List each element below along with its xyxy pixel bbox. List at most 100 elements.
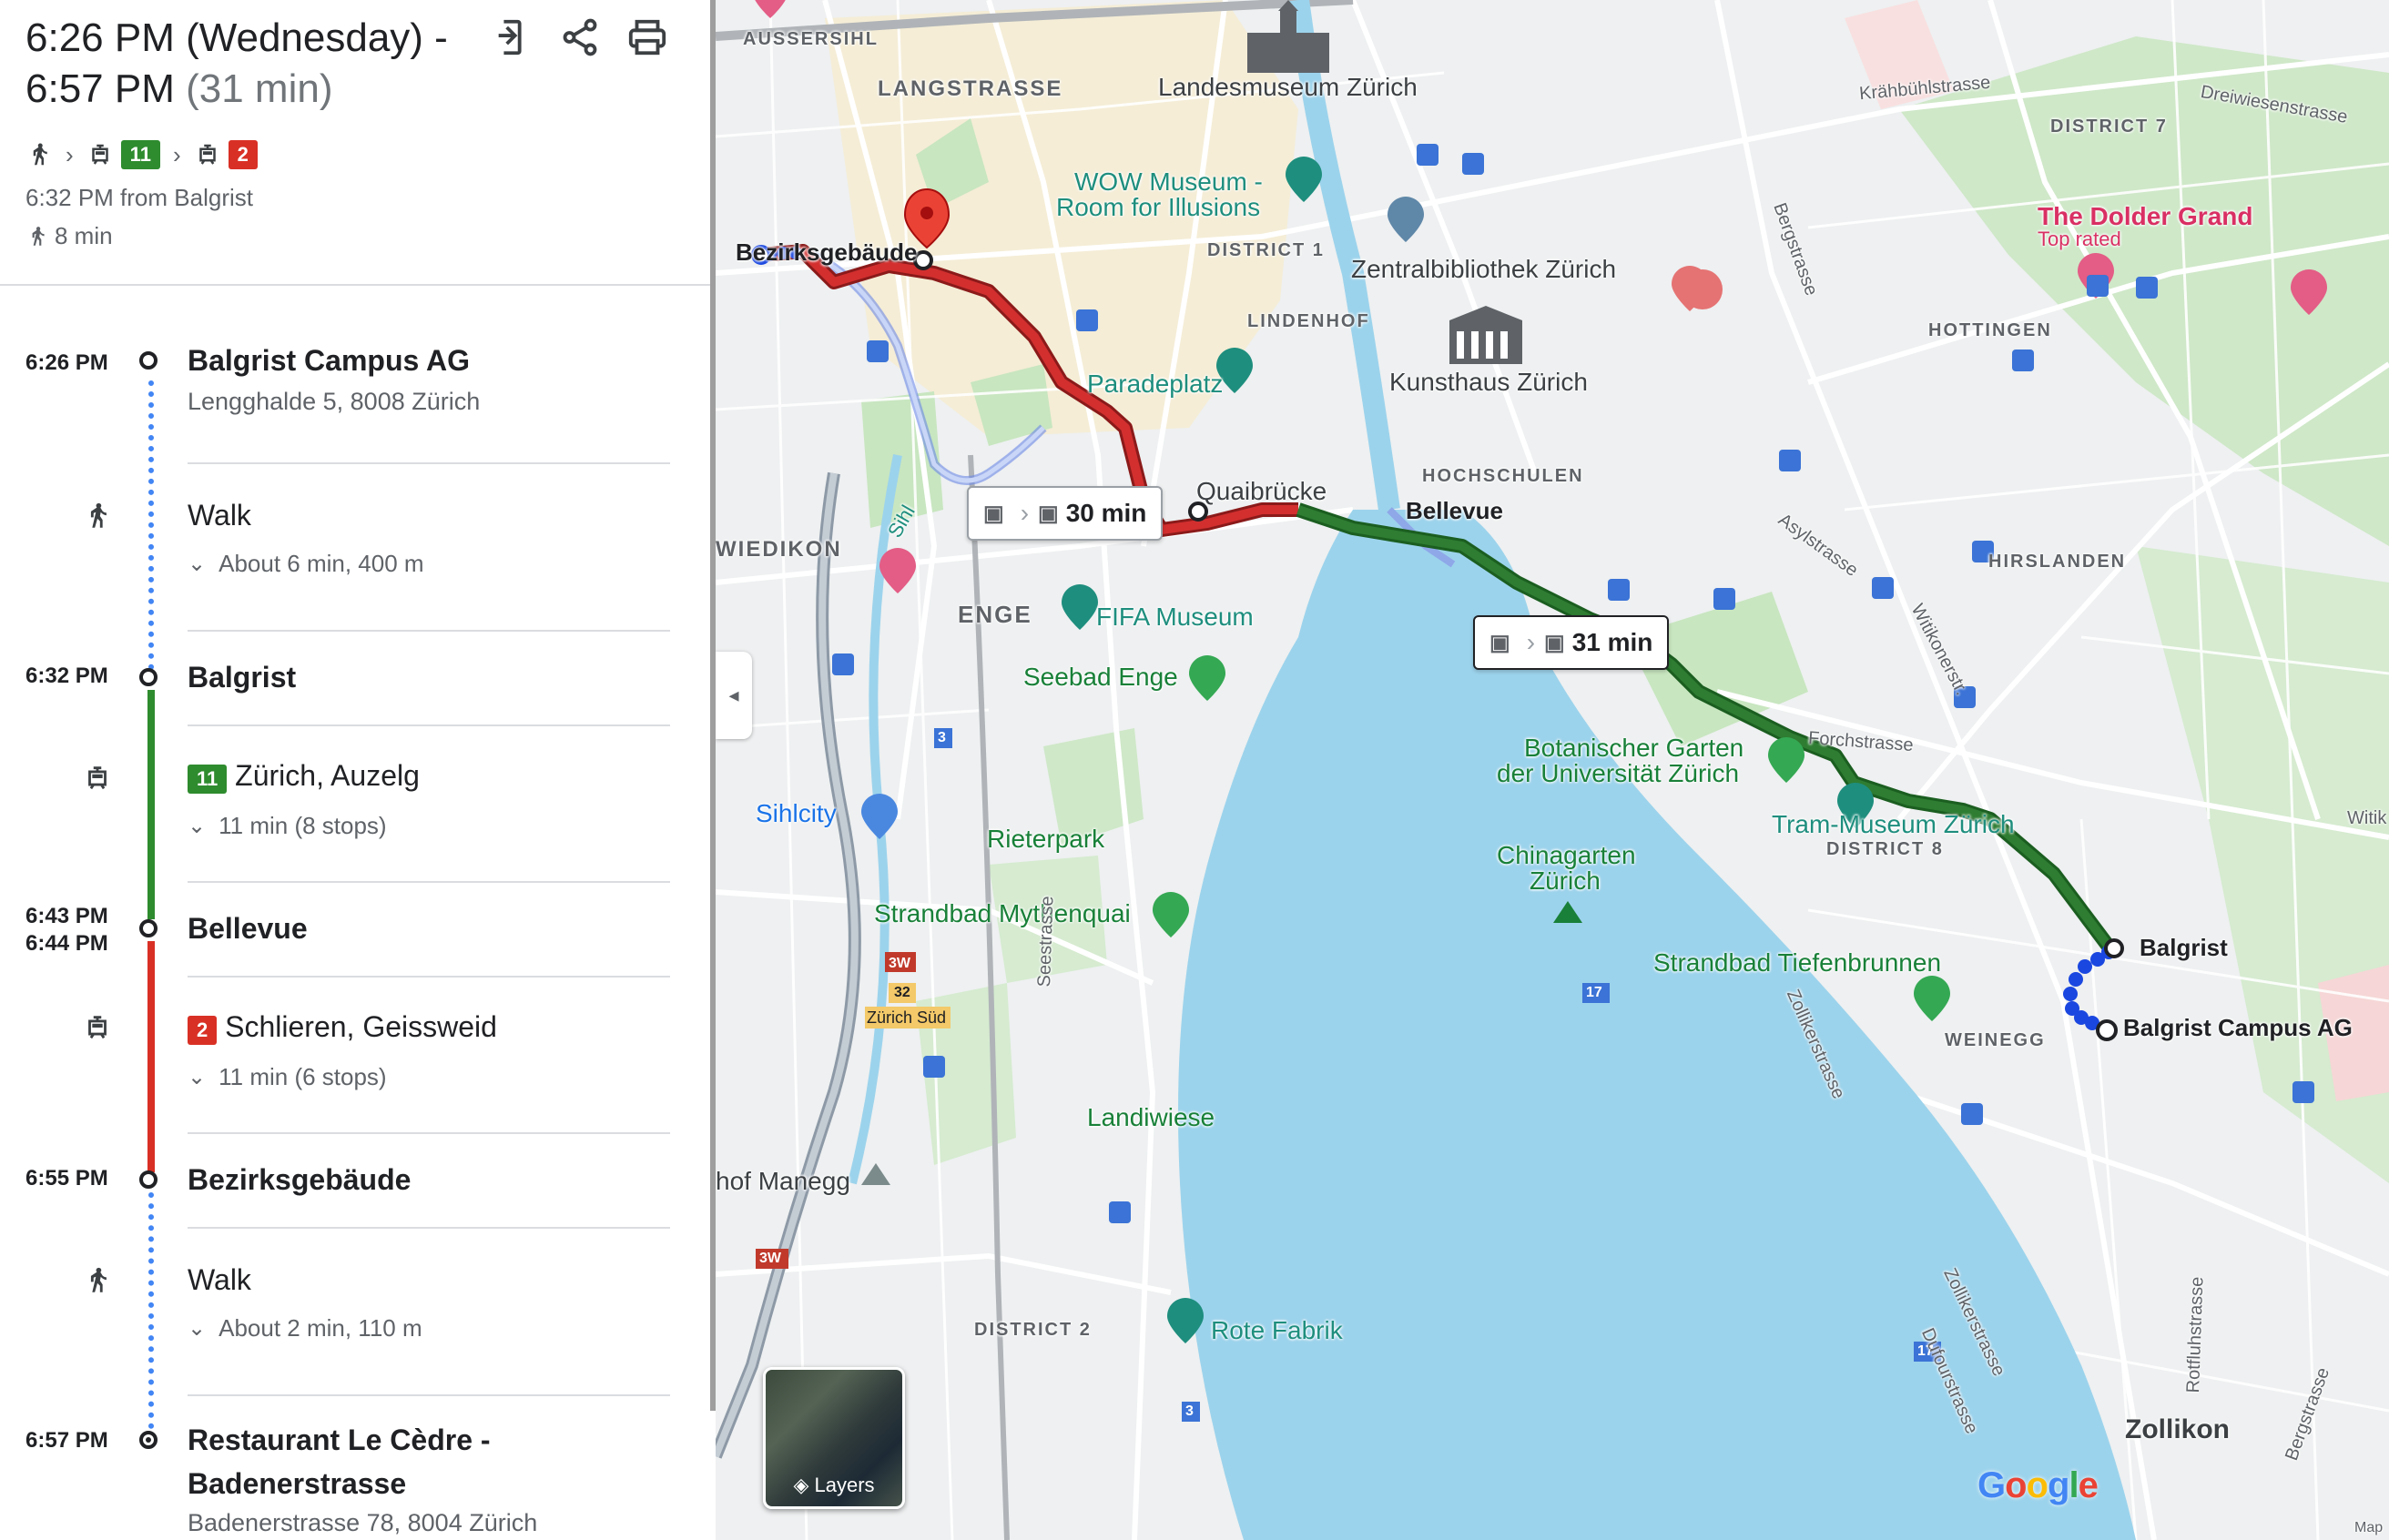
divider [188, 462, 670, 464]
divider [0, 284, 716, 286]
tram-icon [82, 763, 113, 794]
stop-name-line2[interactable]: Badenerstrasse [188, 1467, 406, 1501]
stop-marker [139, 919, 158, 937]
chevron-right-icon: › [172, 140, 181, 168]
collapse-panel-button[interactable]: ◂ [716, 652, 752, 739]
bus-icon: ▣ [1038, 501, 1059, 526]
map-label-district: LINDENHOF [1247, 311, 1370, 331]
map-label-district: DISTRICT 2 [974, 1320, 1092, 1340]
step-details-toggle[interactable]: ⌄ 11 min (8 stops) [188, 812, 387, 840]
step-details: About 6 min, 400 m [219, 550, 424, 577]
map-label-poi[interactable]: Quaibrücke [1196, 477, 1327, 506]
trip-duration: (31 min) [186, 66, 333, 111]
departure-info: 6:32 PM from Balgrist [25, 184, 253, 211]
layers-button[interactable]: ◈ Layers [763, 1367, 905, 1509]
send-to-phone-icon[interactable] [492, 16, 534, 58]
step-details: About 2 min, 110 m [219, 1314, 422, 1342]
step-details-toggle[interactable]: ⌄ 11 min (6 stops) [188, 1063, 387, 1091]
map-label-poi[interactable]: FIFA Museum [1096, 603, 1254, 632]
map-label-park[interactable]: Landiwiese [1087, 1103, 1215, 1132]
stop-time: 6:32 PM [25, 664, 108, 688]
map-label-poi[interactable]: Rote Fabrik [1211, 1316, 1343, 1345]
step-line: 11 Zürich, Auzelg [188, 759, 420, 794]
step-details-toggle[interactable]: ⌄ About 2 min, 110 m [188, 1314, 422, 1342]
stop-name[interactable]: Bezirksgebäude [188, 1163, 411, 1197]
route-shield-label: 32 [894, 985, 910, 1000]
line-11-badge: 11 [120, 140, 160, 169]
trip-time-line1: 6:26 PM (Wednesday) - [25, 15, 448, 60]
map-label-stop[interactable]: Balgrist Campus AG [2123, 1014, 2353, 1042]
destination-marker [139, 1431, 158, 1449]
stop-time: 6:44 PM [25, 931, 108, 956]
map-label-poi[interactable]: Zentralbibliothek Zürich [1351, 255, 1616, 284]
route-shield-label: 3W [889, 956, 910, 971]
map-label-poi[interactable]: Seebad Enge [1023, 663, 1178, 692]
stop-marker [139, 1170, 158, 1189]
map-footer-link[interactable]: Map [2354, 1520, 2383, 1536]
stop-name[interactable]: Restaurant Le Cèdre - [188, 1423, 491, 1457]
map-label-street: Seestrasse [1034, 895, 1058, 988]
map-label-poi[interactable]: Strandbad Tiefenbrunnen [1653, 948, 1941, 978]
walk-icon [82, 1265, 113, 1296]
divider [188, 1394, 670, 1396]
tram-2-line [147, 941, 155, 1172]
tram-11-line [147, 690, 155, 919]
map-label-stop[interactable]: Balgrist [2140, 934, 2228, 962]
route-shield-label: 17 [1586, 985, 1602, 1000]
share-icon[interactable] [559, 16, 601, 58]
chevron-down-icon: ⌄ [188, 1065, 207, 1089]
map-label-poi[interactable]: Sihlcity [756, 799, 837, 828]
map-label-district: LANGSTRASSE [878, 76, 1063, 101]
map-label-district: HOTTINGEN [1928, 320, 2052, 340]
map-label-park[interactable]: Rieterpark [987, 825, 1104, 854]
map-label-park[interactable]: Zürich [1530, 866, 1601, 896]
walk-total: 8 min [25, 222, 113, 250]
step-headsign: Zürich, Auzelg [235, 759, 420, 792]
step-line: 2 Schlieren, Geissweid [188, 1010, 497, 1045]
map-label-district: HIRSLANDEN [1988, 552, 2127, 572]
walk-icon [25, 141, 53, 168]
map-label-poi[interactable]: Tram-Museum Zürich [1772, 810, 2015, 839]
walk-total-value: 8 min [55, 222, 113, 249]
chevron-down-icon: ⌄ [188, 552, 207, 576]
chevron-right-icon: › [66, 140, 74, 168]
stop-marker [139, 668, 158, 686]
stop-time: 6:26 PM [25, 350, 108, 375]
map-label-street: Rotfluhstrasse [2183, 1276, 2208, 1393]
route-option-30min[interactable]: ▣ › ▣ 30 min [967, 486, 1164, 541]
bus-icon: ▣ [1489, 630, 1510, 655]
map-label-poi[interactable]: Strandbad Mythenquai [874, 899, 1131, 928]
map-label-poi[interactable]: der Universität Zürich [1497, 759, 1739, 788]
map-label-poi[interactable]: Paradeplatz [1087, 370, 1223, 399]
route-shield-label: 3W [759, 1251, 781, 1266]
chevron-left-icon: ◂ [728, 684, 739, 706]
map-label-district: DISTRICT 1 [1207, 240, 1325, 260]
map-label-stop[interactable]: Bellevue [1406, 497, 1503, 525]
map-label-district: WEINEGG [1945, 1030, 2046, 1050]
map-label-district: ENGE [958, 601, 1032, 628]
map-label-poi[interactable]: Room for Illusions [1056, 193, 1260, 222]
map-label-landmark[interactable]: Kunsthaus Zürich [1389, 368, 1588, 397]
map-label-hotel-rating: Top rated [2038, 228, 2121, 250]
chevron-right-icon: › [1020, 499, 1030, 527]
map-label-stop[interactable]: Bezirksgebäude [736, 238, 917, 267]
destination-dot [146, 1437, 151, 1443]
divider [188, 630, 670, 632]
map-label-town: Zollikon [2125, 1414, 2230, 1444]
stop-time: 6:57 PM [25, 1428, 108, 1453]
route-duration: 30 min [1065, 499, 1147, 527]
stop-name[interactable]: Balgrist Campus AG [188, 344, 470, 378]
stop-time: 6:43 PM [25, 904, 108, 928]
bus-icon: ▣ [983, 501, 1004, 526]
map-label-poi[interactable]: hof Manegg [716, 1167, 850, 1196]
map-canvas[interactable]: AUSSERSIHL LANGSTRASSE Landesmuseum Züri… [716, 0, 2389, 1540]
route-option-31min[interactable]: ▣ › ▣ 31 min [1473, 615, 1670, 670]
divider [188, 724, 670, 726]
stop-name[interactable]: Balgrist [188, 661, 296, 694]
step-details-toggle[interactable]: ⌄ About 6 min, 400 m [188, 550, 424, 578]
print-icon[interactable] [626, 16, 668, 58]
route-shield-label: 3 [938, 730, 946, 745]
chevron-down-icon: ⌄ [188, 1316, 207, 1341]
stop-name[interactable]: Bellevue [188, 912, 308, 946]
map-label-landmark[interactable]: Landesmuseum Zürich [1158, 73, 1418, 102]
